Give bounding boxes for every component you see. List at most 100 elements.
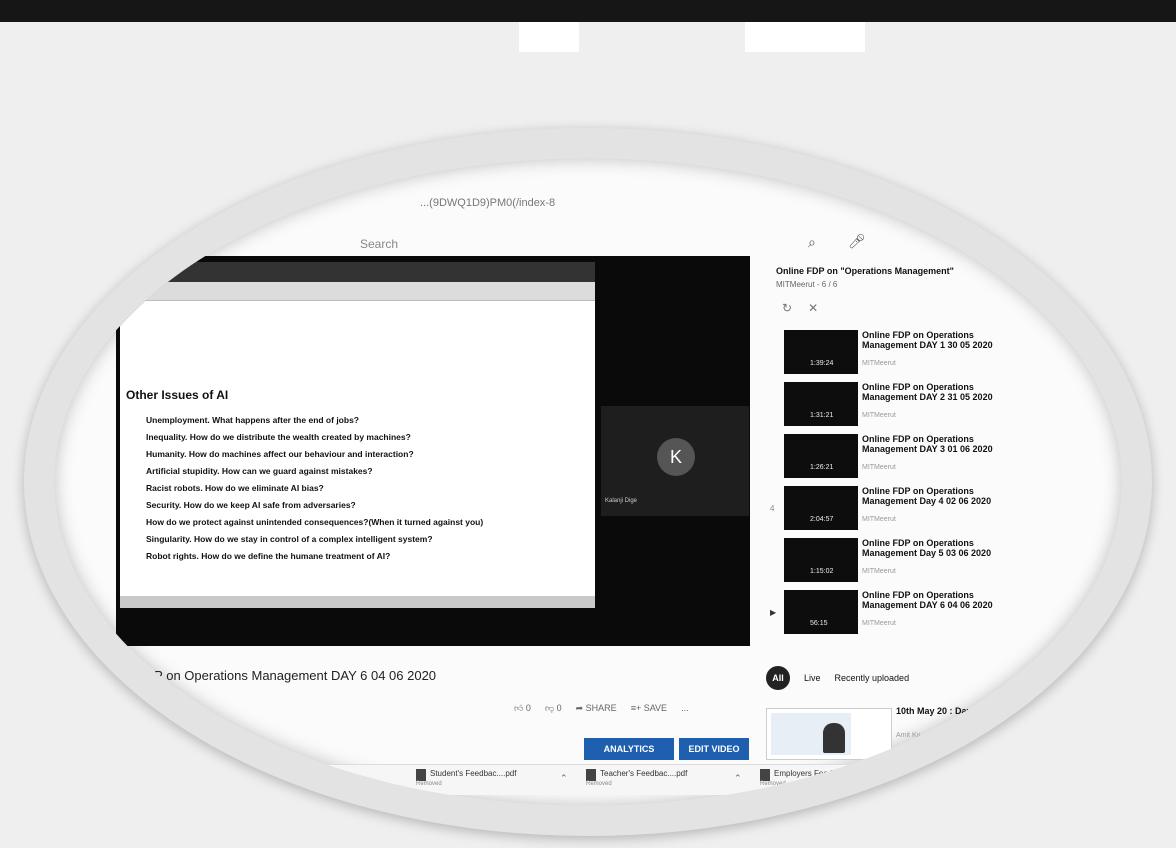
chip-live[interactable]: Live — [804, 673, 821, 683]
video-title: e FDP on Operations Management DAY 6 04 … — [126, 668, 437, 683]
save-button[interactable]: ≡+ SAVE — [631, 703, 667, 714]
video-actions: 👍︎ 0 👎︎ 0 ➦ SHARE ≡+ SAVE ... — [514, 703, 689, 714]
chip-all[interactable]: All — [766, 666, 790, 690]
download-item[interactable]: Teacher's Feedbac....pdf Removed — [586, 769, 687, 787]
slide-item: Singularity. How do we stay in control o… — [146, 534, 433, 544]
thumbnail: 2:04:57 — [784, 486, 858, 530]
recommended-thumbnail[interactable] — [766, 708, 892, 760]
playlist-item-channel: MITMeerut — [862, 568, 896, 575]
tab-blank-1 — [519, 22, 579, 52]
slide-statusbar — [120, 596, 595, 608]
pdf-icon — [416, 769, 426, 781]
filter-chips: All Live Recently uploaded — [766, 666, 909, 690]
slide-item: Racist robots. How do we eliminate AI bi… — [146, 483, 324, 493]
duration: 2:04:57 — [810, 516, 834, 523]
slide-titlebar — [120, 262, 595, 282]
slide-item: Inequality. How do we distribute the wea… — [146, 432, 411, 442]
dislike-button[interactable]: 👎︎ 0 — [545, 703, 562, 714]
playlist-index: 4 — [770, 504, 775, 513]
dislike-count: 0 — [556, 703, 562, 713]
slide-item: How do we protect against unintended con… — [146, 517, 484, 527]
video-date: 4, 06 2020 — [146, 698, 189, 708]
playlist-item[interactable]: 2:04:57 Online FDP on Operations Managem… — [784, 486, 1104, 536]
share-label: SHARE — [585, 703, 617, 713]
download-name: Teacher's Feedbac....pdf — [600, 769, 688, 778]
url-text[interactable]: ...(9DWQ1D9)PM0(/index-8 — [420, 197, 555, 209]
playlist-item-title: Online FDP on Operations Management Day … — [862, 486, 992, 506]
slide-item: Artificial stupidity. How can we guard a… — [146, 466, 373, 476]
slide-item: Unemployment. What happens after the end… — [146, 415, 359, 425]
playlist-item[interactable]: 56:15 Online FDP on Operations Managemen… — [784, 590, 1104, 640]
slide-ribbon — [120, 282, 595, 301]
thumbnail: 1:39:24 — [784, 330, 858, 374]
slide-window: Other Issues of AI Unemployment. What ha… — [120, 262, 595, 608]
pdf-icon — [586, 769, 596, 781]
thumbnail: 1:31:21 — [784, 382, 858, 426]
chip-recently-uploaded[interactable]: Recently uploaded — [835, 673, 910, 683]
duration: 1:39:24 — [810, 360, 834, 367]
now-playing-icon: ▶ — [770, 608, 777, 617]
like-count: 0 — [525, 703, 531, 713]
download-name: Student's Feedbac....pdf — [430, 769, 517, 778]
playlist-add-icon: ≡+ — [630, 703, 642, 713]
participant-name: Kalanji Dige — [605, 498, 638, 504]
download-name: Employers Feedba....pdf — [774, 769, 862, 778]
playlist-item-channel: MITMeerut — [862, 516, 896, 523]
person-icon — [823, 723, 845, 753]
playlist-item[interactable]: 1:31:21 Online FDP on Operations Managem… — [784, 382, 1104, 432]
mic-icon[interactable]: 🎤︎ — [848, 233, 866, 250]
search-icon[interactable]: ⌕ — [808, 234, 816, 251]
playlist-item[interactable]: 1:39:24 Online FDP on Operations Managem… — [784, 330, 1104, 380]
playlist-item-title: Online FDP on Operations Management Day … — [862, 538, 992, 558]
recommended-title[interactable]: 10th May 20 : Day 3 ... Recording - 5 Da… — [896, 706, 1071, 717]
playlist-item[interactable]: 1:15:02 Online FDP on Operations Managem… — [784, 538, 1104, 588]
thumbnail: 1:26:21 — [784, 434, 858, 478]
tab-blank-2 — [745, 22, 865, 52]
playlist-item-channel: MITMeerut — [862, 360, 896, 367]
playlist-item-title: Online FDP on Operations Management DAY … — [862, 590, 993, 610]
save-label: SAVE — [643, 703, 668, 713]
thumbs-up-icon: 👍︎ — [514, 703, 524, 713]
edit-video-button[interactable]: EDIT VIDEO — [679, 738, 749, 760]
chevron-up-icon[interactable]: ⌃ — [734, 773, 742, 784]
participant-tile: K Kalanji Dige — [601, 406, 749, 516]
duration: 1:26:21 — [810, 464, 834, 471]
chevron-up-icon[interactable]: ⌃ — [560, 773, 568, 784]
download-status: Removed — [760, 781, 786, 787]
playlist-item-channel: MITMeerut — [862, 464, 896, 471]
playlist-item[interactable]: 1:26:21 Online FDP on Operations Managem… — [784, 434, 1104, 484]
like-button[interactable]: 👍︎ 0 — [514, 703, 531, 714]
shuffle-icon[interactable]: ✕ — [808, 301, 818, 315]
share-icon: ➦ — [575, 703, 584, 713]
duration: 1:15:02 — [810, 568, 834, 575]
video-player[interactable]: Other Issues of AI Unemployment. What ha… — [116, 256, 750, 646]
slide-item: Security. How do we keep AI safe from ad… — [146, 500, 356, 510]
playlist-subtitle: MITMeerut - 6 / 6 — [776, 280, 838, 289]
slide-title: Other Issues of AI — [126, 388, 229, 402]
playlist-item-channel: MITMeerut — [862, 412, 896, 419]
playlist-item-title: Online FDP on Operations Management DAY … — [862, 330, 993, 350]
loop-icon[interactable]: ↻ — [782, 301, 792, 315]
playlist-item-channel: MITMeerut — [862, 620, 896, 627]
share-button[interactable]: ➦ SHARE — [576, 703, 617, 714]
slide-item: Humanity. How do machines affect our beh… — [146, 449, 414, 459]
oval-frame: ...(9DWQ1D9)PM0(/index-8 Search ⌕ 🎤︎ Oth… — [24, 128, 1152, 836]
download-item[interactable]: Employers Feedba....pdf Removed — [760, 769, 861, 787]
more-button[interactable]: ... — [681, 703, 689, 714]
playlist-controls: ↻ ✕ — [782, 301, 818, 315]
playlist-item-title: Online FDP on Operations Management DAY … — [862, 382, 993, 402]
duration: 56:15 — [810, 620, 828, 627]
duration: 1:31:21 — [810, 412, 834, 419]
download-status: Removed — [416, 781, 442, 787]
pdf-icon — [760, 769, 770, 781]
slide-item: Robot rights. How do we define the human… — [146, 551, 391, 561]
thumbs-down-icon: 👎︎ — [544, 703, 555, 713]
search-input[interactable]: Search — [360, 237, 398, 251]
playlist-title[interactable]: Online FDP on "Operations Management" — [776, 266, 996, 276]
playlist-item-title: Online FDP on Operations Management DAY … — [862, 434, 993, 454]
download-item[interactable]: Student's Feedbac....pdf Removed — [416, 769, 516, 787]
analytics-button[interactable]: ANALYTICS — [584, 738, 674, 760]
downloads-bar: Student's Feedbac....pdf Removed ⌃ Teache… — [324, 764, 924, 795]
download-status: Removed — [586, 781, 612, 787]
top-bar — [0, 0, 1176, 22]
